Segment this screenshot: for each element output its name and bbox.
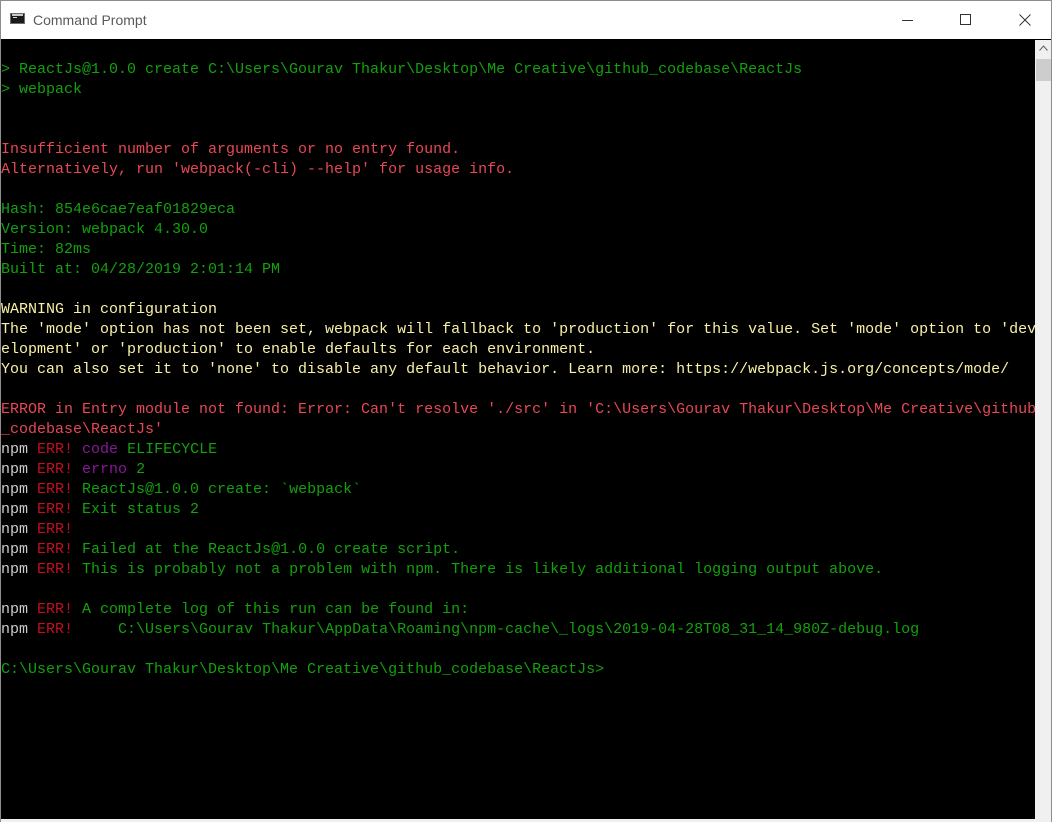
console-text-segment: C:\Users\Gourav Thakur\AppData\Roaming\n… (73, 621, 920, 638)
console-line: Hash: 854e6cae7eaf01829eca (1, 200, 1035, 220)
console-text-segment: npm (1, 601, 38, 618)
console-line: You can also set it to 'none' to disable… (1, 360, 1035, 380)
console-line: WARNING in configuration (1, 300, 1035, 320)
console-text-segment: 2 (127, 461, 146, 478)
console-text-segment: A complete log of this run can be found … (73, 601, 470, 618)
console-text-segment: ERR! (37, 441, 74, 458)
console-line: npm ERR! code ELIFECYCLE (1, 440, 1035, 460)
console-text-segment: npm (1, 561, 38, 578)
console-text-segment: Time: (1, 241, 56, 258)
console-line: npm ERR! A complete log of this run can … (1, 600, 1035, 620)
console-text-segment: Alternatively, run 'webpack(-cli) --help… (1, 161, 515, 178)
console-text-segment: npm (1, 441, 38, 458)
maximize-button[interactable] (943, 1, 989, 39)
minimize-icon (902, 20, 913, 21)
console-text-segment: npm (1, 621, 38, 638)
console-app-icon[interactable] (10, 13, 25, 24)
console-text-segment: ERR! (37, 541, 74, 558)
console-line: npm ERR! This is probably not a problem … (1, 560, 1035, 580)
console-text-segment: ERR! (37, 521, 74, 538)
console-text-segment: _codebase\ReactJs' (1, 421, 164, 438)
title-bar[interactable]: Command Prompt (1, 1, 1051, 39)
console-text: > ReactJs@1.0.0 create C:\Users\Gourav T… (1, 60, 1035, 680)
console-line: npm ERR! C:\Users\Gourav Thakur\AppData\… (1, 620, 1035, 640)
console-line: _codebase\ReactJs' (1, 420, 1035, 440)
console-line: Version: webpack 4.30.0 (1, 220, 1035, 240)
console-line: > webpack (1, 80, 1035, 100)
console-text-segment: errno (82, 461, 128, 478)
console-text-segment: > ReactJs@1.0.0 create C:\Users\Gourav T… (1, 61, 803, 78)
console-text-segment: 82ms (55, 241, 92, 258)
console-line: Insufficient number of arguments or no e… (1, 140, 1035, 160)
console-text-segment: 2:01:14 PM (190, 261, 281, 278)
console-text-segment: npm (1, 461, 38, 478)
console-text-segment: This is probably not a problem with npm.… (73, 561, 884, 578)
console-text-segment: npm (1, 501, 38, 518)
console-line: ERROR in Entry module not found: Error: … (1, 400, 1035, 420)
console-text-segment: Built at: 04/28/2019 (1, 261, 191, 278)
console-text-segment: ERR! (37, 561, 74, 578)
console-line: Time: 82ms (1, 240, 1035, 260)
console-text-segment: C:\Users\Gourav Thakur\Desktop\Me Creati… (1, 661, 605, 678)
console-text-segment: You can also set it to 'none' to disable… (1, 361, 1010, 378)
scrollbar-thumb[interactable] (1036, 59, 1051, 81)
console-text-segment: npm (1, 521, 38, 538)
console-text-segment: Exit status 2 (73, 501, 200, 518)
console-text-segment: ERR! (37, 501, 74, 518)
console-line: npm ERR! Failed at the ReactJs@1.0.0 cre… (1, 540, 1035, 560)
close-button[interactable] (1002, 1, 1048, 39)
console-text-segment (73, 461, 82, 478)
console-text-segment: ERR! (37, 481, 74, 498)
window-title: Command Prompt (33, 12, 147, 28)
minimize-button[interactable] (885, 1, 931, 39)
console-text-segment: Hash: (1, 201, 56, 218)
console-line: Alternatively, run 'webpack(-cli) --help… (1, 160, 1035, 180)
console-output-area[interactable]: > ReactJs@1.0.0 create C:\Users\Gourav T… (1, 40, 1035, 822)
console-text-segment: ELIFECYCLE (118, 441, 218, 458)
maximize-icon (960, 14, 971, 25)
console-text-segment: code (82, 441, 119, 458)
console-text-segment: ERR! (37, 621, 74, 638)
console-text-segment (73, 441, 82, 458)
console-line: npm ERR! Exit status 2 (1, 500, 1035, 520)
command-prompt-window: Command Prompt > ReactJs@1.0.0 create C:… (0, 0, 1052, 822)
console-text-segment: Insufficient number of arguments or no e… (1, 141, 461, 158)
console-text-segment: Version: webpack (1, 221, 155, 238)
console-line: The 'mode' option has not been set, webp… (1, 320, 1035, 340)
console-line: > ReactJs@1.0.0 create C:\Users\Gourav T… (1, 60, 1035, 80)
console-text-segment: Failed at the ReactJs@1.0.0 create scrip… (73, 541, 461, 558)
console-line: Built at: 04/28/2019 2:01:14 PM (1, 260, 1035, 280)
scroll-up-button[interactable] (1035, 40, 1051, 57)
console-line: elopment' or 'production' to enable defa… (1, 340, 1035, 360)
console-text-segment: ERR! (37, 601, 74, 618)
console-text-segment: The 'mode' option has not been set, webp… (1, 321, 1035, 338)
console-text-segment: WARNING in configuration (1, 301, 218, 318)
console-text-segment: npm (1, 541, 38, 558)
console-line: npm ERR! errno 2 (1, 460, 1035, 480)
console-line: C:\Users\Gourav Thakur\Desktop\Me Creati… (1, 660, 1035, 680)
chevron-up-icon (1039, 45, 1048, 51)
console-text-segment: ERROR in Entry module not found: Error: … (1, 401, 1035, 418)
console-text-segment: elopment' or 'production' to enable defa… (1, 341, 596, 358)
console-text-segment: > webpack (1, 81, 83, 98)
close-icon (1019, 14, 1031, 26)
console-line: npm ERR! (1, 520, 1035, 540)
console-text-segment: ReactJs@1.0.0 create: `webpack` (73, 481, 362, 498)
vertical-scrollbar[interactable] (1035, 40, 1051, 822)
console-text-segment: ERR! (37, 461, 74, 478)
console-text-segment: 4.30.0 (154, 221, 209, 238)
console-text-segment: 854e6cae7eaf01829eca (55, 201, 236, 218)
console-line: npm ERR! ReactJs@1.0.0 create: `webpack` (1, 480, 1035, 500)
console-text-segment: npm (1, 481, 38, 498)
